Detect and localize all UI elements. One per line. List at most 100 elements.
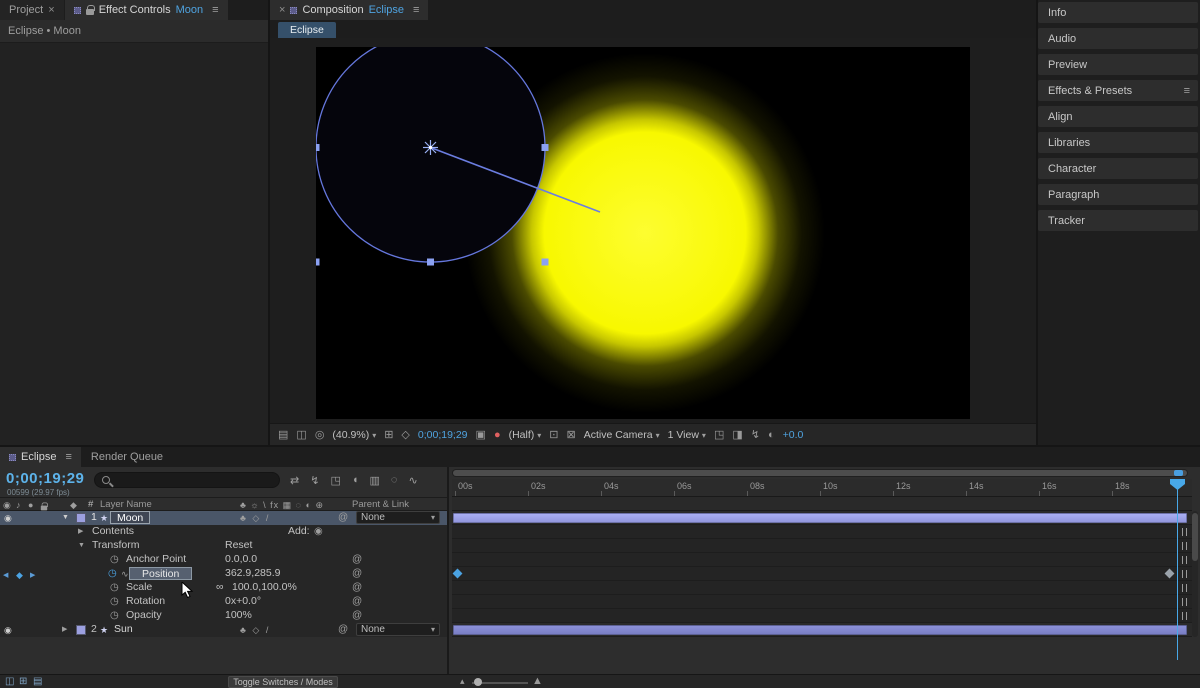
tab-composition[interactable]: × Composition Eclipse ≡ [270,0,428,20]
constrain-link-icon[interactable]: ∞ [216,581,224,594]
comp-current-time[interactable]: 0;00;19;29 [418,429,468,441]
expand-in-out-pane-icon[interactable]: ◫ [5,676,14,687]
layer-switches[interactable]: ♣ ◇ / [240,624,270,636]
composition-frame[interactable] [316,47,970,419]
pick-whip-icon[interactable]: @ [352,554,362,566]
3d-view-icon[interactable]: ◳ [714,428,724,441]
current-time-indicator-line[interactable] [1177,479,1178,660]
stopwatch-icon[interactable]: ◷ [110,554,119,566]
time-navigator[interactable] [452,469,1188,477]
exposure-value[interactable]: +0.0 [783,429,804,441]
view-layout-dropdown[interactable]: 1 View▾ [668,429,706,441]
panel-menu-icon[interactable]: ≡ [212,4,218,16]
layer-switches[interactable]: ♣ ◇ / [240,512,270,524]
viewer-tab-eclipse[interactable]: Eclipse [278,22,336,38]
pick-whip-icon[interactable]: @ [352,568,362,580]
camera-dropdown[interactable]: Active Camera▾ [584,429,660,441]
sun-layer-bar[interactable] [453,625,1187,635]
stopwatch-icon[interactable]: ◷ [110,596,119,608]
parent-dropdown-moon[interactable]: None ▾ [356,511,440,524]
mask-visibility-icon[interactable]: ◇ [401,428,409,441]
panel-info[interactable]: Info [1038,2,1198,23]
panel-menu-icon[interactable]: ≡ [413,4,419,16]
live-update-icon[interactable]: ↯ [310,474,319,487]
stopwatch-icon[interactable]: ◷ [110,610,119,622]
track-row-position[interactable] [452,567,1192,581]
panel-align[interactable]: Align [1038,106,1198,127]
time-ruler[interactable]: 00s 02s 04s 06s 08s 10s 12s 14s 16s 18s [452,479,1192,497]
opacity-label[interactable]: Opacity [126,609,162,622]
add-shape-icon[interactable]: ◉ [314,526,323,538]
property-row-rotation[interactable]: ◷ Rotation 0x+0.0° @ [0,595,447,609]
panel-menu-icon[interactable]: ≡ [65,451,71,463]
rotation-label[interactable]: Rotation [126,595,165,608]
transparency-grid-icon[interactable]: ⊠ [567,428,576,441]
zoom-out-icon[interactable]: ▴ [460,676,465,687]
layer-color-swatch[interactable] [76,513,86,523]
pixel-aspect-icon[interactable]: ◨ [732,428,742,441]
anchor-point-label[interactable]: Anchor Point [126,553,186,566]
graph-editor-icon[interactable]: ∿ [408,474,417,487]
always-preview-icon[interactable]: ◫ [296,428,306,441]
zoom-in-icon[interactable]: ▲ [532,675,543,687]
pick-whip-icon[interactable]: @ [352,610,362,622]
panel-menu-icon[interactable]: ≡ [1184,85,1190,97]
moon-layer-bar[interactable] [453,513,1187,523]
anchor-point-value[interactable]: 0.0,0.0 [225,553,257,566]
expression-graph-icon[interactable]: ∿ [121,568,129,580]
tab-timeline-eclipse[interactable]: Eclipse ≡ [0,447,81,467]
track-row-anchor-point[interactable] [452,553,1192,567]
expand-transfer-pane-icon[interactable]: ▤ [33,676,42,687]
track-row-opacity[interactable] [452,609,1192,623]
eye-icon[interactable]: ◉ [4,624,12,636]
show-channels-icon[interactable]: ● [494,429,501,441]
pick-whip-icon[interactable]: @ [352,582,362,594]
scale-value[interactable]: 100.0,100.0% [232,581,297,594]
layer-name-sun[interactable]: Sun [114,623,133,636]
twirl-open-icon[interactable]: ▼ [78,540,85,552]
pick-whip-icon[interactable]: @ [352,596,362,608]
panel-paragraph[interactable]: Paragraph [1038,184,1198,205]
parent-dropdown-sun[interactable]: None ▾ [356,623,440,636]
exposure-icon[interactable]: ◐ [768,429,775,441]
opacity-value[interactable]: 100% [225,609,252,622]
composition-viewport[interactable] [270,38,1036,423]
time-navigator-thumb[interactable] [453,470,1187,476]
timeline-vertical-scrollbar[interactable] [1192,511,1198,637]
panel-audio[interactable]: Audio [1038,28,1198,49]
track-row-sun[interactable] [452,623,1192,637]
twirl-closed-icon[interactable]: ▶ [62,624,67,636]
transform-label[interactable]: Transform [92,539,139,552]
pick-whip-icon[interactable]: @ [338,624,348,636]
panel-character[interactable]: Character [1038,158,1198,179]
moon-layer-selection-overlay[interactable] [316,47,970,419]
group-row-transform[interactable]: ▼ Transform Reset [0,539,447,553]
stopwatch-icon[interactable]: ◷ [110,582,119,594]
draft-3d-icon[interactable]: ◳ [330,474,340,487]
keyframe-diamond-start[interactable] [453,569,463,579]
twirl-closed-icon[interactable]: ▶ [78,526,83,538]
hide-shy-layers-icon[interactable]: ◖ [352,474,359,487]
lock-icon[interactable] [86,9,94,15]
track-row-rotation[interactable] [452,595,1192,609]
layer-name-moon[interactable]: Moon [110,511,150,524]
rotation-value[interactable]: 0x+0.0° [225,595,261,608]
close-icon[interactable]: × [279,4,285,16]
panel-libraries[interactable]: Libraries [1038,132,1198,153]
motion-blur-icon[interactable]: ◌ [391,474,398,487]
layer-row-sun[interactable]: ◉ ▶ 2 ★ Sun ♣ ◇ / @ None ▾ [0,623,447,637]
layer-row-moon[interactable]: ◉ ▼ 1 ★ Moon ♣ ◇ / @ None ▾ [0,511,447,525]
position-label[interactable]: Position [129,567,192,580]
frame-blending-icon[interactable]: ▥ [370,474,380,487]
comp-flowchart-icon[interactable]: ⇄ [290,474,299,487]
scrollbar-thumb[interactable] [1192,513,1198,561]
group-row-contents[interactable]: ▶ Contents Add: ◉ [0,525,447,539]
tab-project[interactable]: Project × [0,0,64,20]
track-row-contents[interactable] [452,525,1192,539]
scale-label[interactable]: Scale [126,581,152,594]
contents-label[interactable]: Contents [92,525,134,538]
twirl-open-icon[interactable]: ▼ [62,512,69,524]
panel-effects-presets[interactable]: Effects & Presets ≡ [1038,80,1198,101]
position-value[interactable]: 362.9,285.9 [225,567,280,580]
property-row-anchor-point[interactable]: ◷ Anchor Point 0.0,0.0 @ [0,553,447,567]
